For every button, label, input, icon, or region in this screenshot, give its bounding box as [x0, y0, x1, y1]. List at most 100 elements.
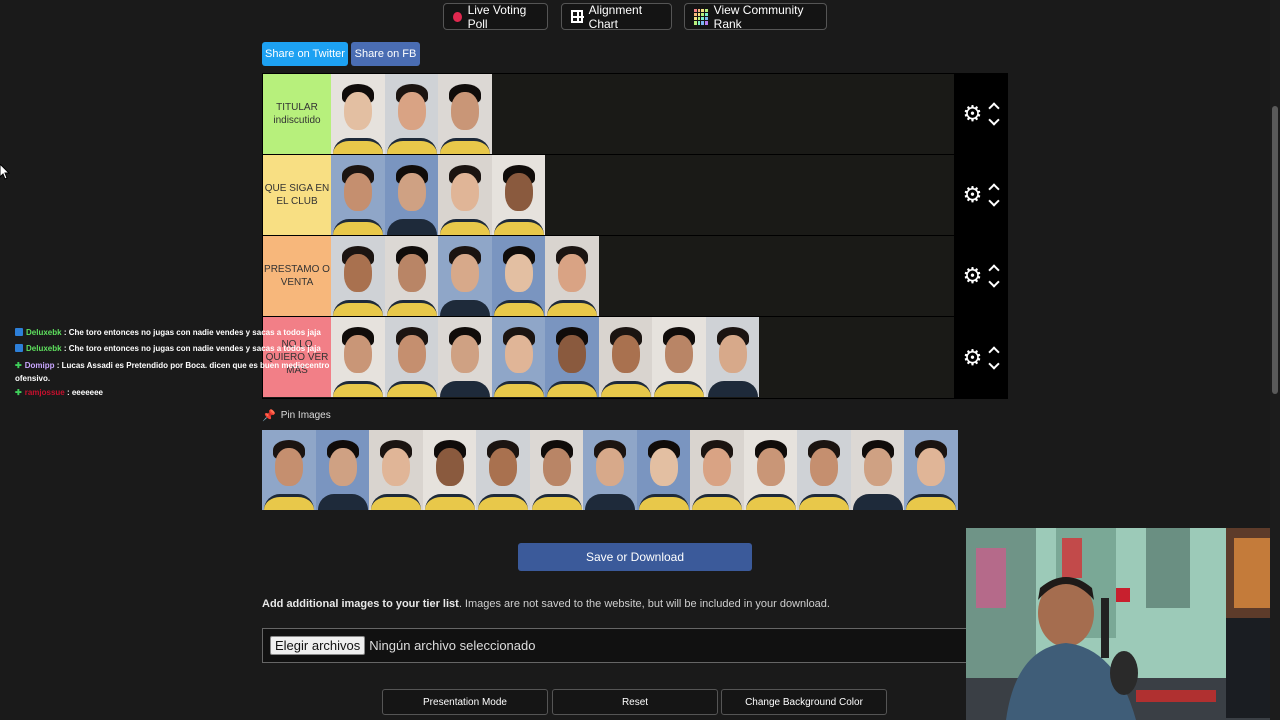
chat-message: Deluxebk : Che toro entonces no jugas co…	[15, 325, 355, 341]
tier-mosaic-icon	[694, 8, 708, 25]
tier-items	[331, 236, 954, 316]
player-image[interactable]	[491, 317, 545, 397]
player-image[interactable]	[331, 155, 385, 235]
chat-message: ✚ ramjossue : eeeeeee	[15, 385, 355, 401]
image-pool	[262, 430, 958, 510]
plus-badge-icon: ✚	[15, 361, 22, 370]
pool-player-image[interactable]	[529, 430, 583, 510]
pool-player-image[interactable]	[904, 430, 958, 510]
webcam-overlay	[966, 528, 1280, 720]
tier-label[interactable]: PRESTAMO O VENTA	[263, 236, 331, 316]
pin-images-toggle[interactable]: 📌 Pin Images	[262, 409, 331, 422]
add-images-note: Add additional images to your tier list.…	[262, 598, 830, 610]
pool-player-image[interactable]	[850, 430, 904, 510]
chevron-down-icon[interactable]	[988, 357, 1001, 370]
share-twitter-button[interactable]: Share on Twitter	[262, 42, 348, 66]
player-image[interactable]	[384, 74, 438, 154]
file-input-status: Ningún archivo seleccionado	[369, 638, 536, 653]
pool-player-image[interactable]	[690, 430, 744, 510]
chat-username: ramjossue	[24, 388, 65, 397]
player-image[interactable]	[438, 155, 492, 235]
change-background-color-button[interactable]: Change Background Color	[721, 689, 887, 715]
vertical-scrollbar[interactable]	[1270, 0, 1280, 720]
tier-label[interactable]: QUE SIGA EN EL CLUB	[263, 155, 331, 235]
chat-message: Deluxebk : Che toro entonces no jugas co…	[15, 341, 355, 357]
player-image[interactable]	[384, 236, 438, 316]
chevron-up-icon[interactable]	[988, 264, 1001, 276]
chevron-down-icon[interactable]	[988, 276, 1001, 288]
chat-username: Domipp	[24, 361, 55, 370]
pool-player-image[interactable]	[369, 430, 423, 510]
player-image[interactable]	[545, 317, 599, 397]
tier-controls: ⚙	[954, 155, 1007, 235]
chevron-down-icon[interactable]	[988, 195, 1001, 207]
add-images-note-text: . Images are not saved to the website, b…	[458, 598, 830, 610]
tier-table: TITULAR indiscutido ⚙ QUE SIGA EN EL CLUB ⚙…	[262, 73, 1008, 399]
chevron-up-icon[interactable]	[988, 345, 1001, 358]
reset-button[interactable]: Reset	[552, 689, 718, 715]
tier-controls: ⚙	[954, 236, 1007, 316]
player-image[interactable]	[384, 155, 438, 235]
view-community-rank-label: View Community Rank	[713, 2, 804, 31]
pool-player-image[interactable]	[315, 430, 369, 510]
pool-player-image[interactable]	[476, 430, 530, 510]
gear-icon[interactable]: ⚙	[963, 265, 983, 287]
player-image[interactable]	[652, 317, 706, 397]
chat-username: Deluxebk	[26, 328, 62, 337]
choose-files-button[interactable]: Elegir archivos	[270, 636, 366, 655]
pool-player-image[interactable]	[797, 430, 851, 510]
chat-text: : Che toro entonces no jugas con nadie v…	[63, 328, 321, 337]
tier-items	[331, 155, 954, 235]
player-image[interactable]	[491, 155, 545, 235]
player-image[interactable]	[705, 317, 759, 397]
save-download-button[interactable]: Save or Download	[518, 543, 752, 571]
tier-label[interactable]: TITULAR indiscutido	[263, 74, 331, 154]
add-images-note-bold: Add additional images to your tier list	[262, 598, 459, 610]
tier-row: QUE SIGA EN EL CLUB ⚙	[263, 155, 1007, 236]
pool-player-image[interactable]	[422, 430, 476, 510]
plus-badge-icon: ✚	[15, 388, 22, 397]
player-image[interactable]	[491, 236, 545, 316]
tier-move-arrows	[988, 345, 1001, 370]
player-image[interactable]	[598, 317, 652, 397]
pool-player-image[interactable]	[743, 430, 797, 510]
gear-icon[interactable]: ⚙	[963, 103, 983, 125]
pushpin-icon: 📌	[262, 410, 276, 422]
grid-icon	[571, 10, 584, 23]
mouse-cursor-icon	[0, 164, 10, 180]
pool-player-image[interactable]	[262, 430, 316, 510]
tier-row: NO LO QUIERO VER MAS ⚙	[263, 317, 1007, 398]
subscriber-badge-icon	[15, 328, 23, 336]
player-image[interactable]	[438, 74, 492, 154]
player-image[interactable]	[384, 317, 438, 397]
player-image[interactable]	[545, 236, 599, 316]
tier-controls: ⚙	[954, 317, 1007, 398]
pool-player-image[interactable]	[583, 430, 637, 510]
tier-row: PRESTAMO O VENTA ⚙	[263, 236, 1007, 317]
file-input[interactable]: Elegir archivos Ningún archivo seleccion…	[262, 628, 972, 663]
player-image[interactable]	[331, 74, 385, 154]
gear-icon[interactable]: ⚙	[963, 184, 983, 206]
presentation-mode-button[interactable]: Presentation Mode	[382, 689, 548, 715]
live-voting-poll-button[interactable]: Live Voting Poll	[443, 2, 548, 31]
live-voting-poll-label: Live Voting Poll	[467, 2, 527, 31]
player-image[interactable]	[438, 317, 492, 397]
player-image[interactable]	[438, 236, 492, 316]
scrollbar-thumb[interactable]	[1272, 106, 1278, 394]
gear-icon[interactable]: ⚙	[963, 346, 983, 369]
share-fb-button[interactable]: Share on FB	[351, 42, 420, 66]
webcam-feed	[966, 528, 1280, 720]
stream-chat-overlay: Deluxebk : Che toro entonces no jugas co…	[15, 325, 355, 401]
tier-items	[331, 74, 954, 154]
chevron-up-icon[interactable]	[988, 183, 1001, 195]
view-community-rank-button[interactable]: View Community Rank	[684, 2, 827, 31]
record-dot-icon	[453, 11, 462, 22]
chevron-down-icon[interactable]	[988, 114, 1001, 126]
pool-player-image[interactable]	[636, 430, 690, 510]
chat-text: : Che toro entonces no jugas con nadie v…	[63, 344, 321, 353]
subscriber-badge-icon	[15, 344, 23, 352]
alignment-chart-label: Alignment Chart	[588, 2, 643, 31]
alignment-chart-button[interactable]: Alignment Chart	[561, 2, 672, 31]
chevron-up-icon[interactable]	[988, 102, 1001, 114]
player-image[interactable]	[331, 236, 385, 316]
